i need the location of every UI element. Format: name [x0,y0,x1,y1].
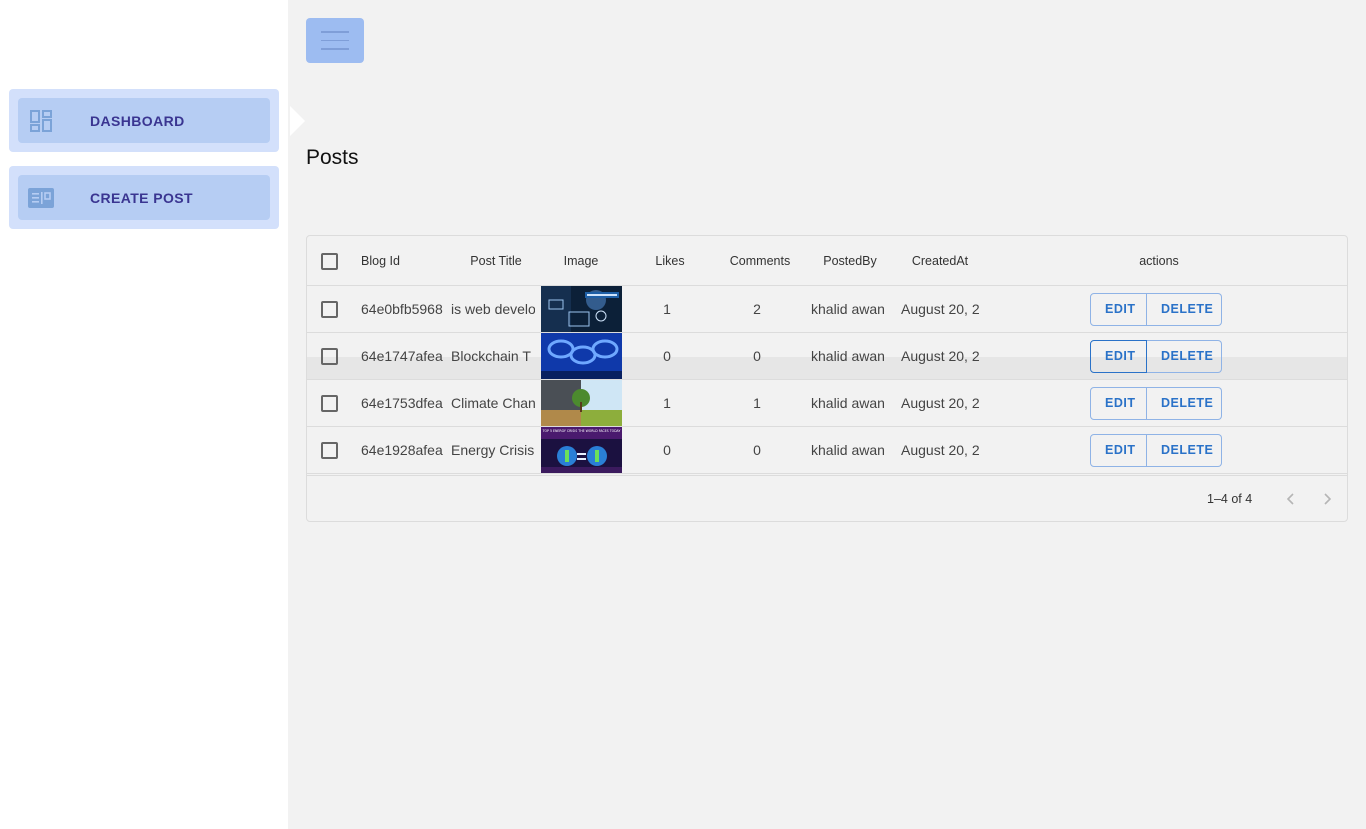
cell-blog-id: 64e1747afea [361,348,443,364]
cell-posted-by: khalid awan [811,348,885,364]
column-header-created-at[interactable]: CreatedAt [899,236,981,286]
column-header-post-title[interactable]: Post Title [451,236,541,286]
menu-toggle-button[interactable] [306,18,364,63]
hamburger-icon-line [321,48,349,50]
table-row[interactable]: 64e1753dfea Climate Chan 1 1 khalid awan… [307,380,1347,427]
cell-blog-id: 64e1928afea [361,442,443,458]
cell-actions: EDIT DELETE [1090,380,1230,426]
row-select-cell [321,427,339,473]
cell-likes: 0 [663,442,671,458]
sidebar-item-label: DASHBOARD [90,112,185,129]
sidebar-item-dashboard[interactable]: DASHBOARD [9,89,279,152]
edit-button[interactable]: EDIT [1090,339,1147,373]
hamburger-icon-line [321,31,349,33]
cell-comments: 2 [753,301,761,317]
chevron-right-icon [1324,493,1332,505]
row-select-cell [321,380,339,426]
row-select-cell [321,286,339,332]
sidebar-pointer-icon [290,106,305,136]
edit-button[interactable]: EDIT [1090,386,1147,420]
cell-actions: EDIT DELETE [1090,333,1230,379]
previous-page-button[interactable] [1277,485,1305,513]
delete-button[interactable]: DELETE [1147,339,1222,373]
row-checkbox[interactable] [321,394,338,412]
sidebar: DASHBOARD CREATE POST [0,0,288,829]
post-thumbnail-image: TOP 5 ENERGY CRISIS THE WORLD FACES TODA… [541,427,622,473]
cell-likes: 0 [663,348,671,364]
cell-post-title: Blockchain T [451,348,531,364]
cell-created-at: August 20, 2 [901,395,980,411]
edit-button[interactable]: EDIT [1090,433,1147,467]
cell-created-at: August 20, 2 [901,348,980,364]
chevron-left-icon [1286,493,1294,505]
post-icon [28,185,54,211]
post-thumbnail-image [541,286,622,332]
sidebar-item-create-post-inner[interactable]: CREATE POST [18,175,270,220]
delete-button[interactable]: DELETE [1147,386,1222,420]
action-button-group: EDIT DELETE [1090,292,1222,326]
hamburger-icon-line [321,39,349,42]
table-header: Blog Id Post Title Image Likes Comments … [307,236,1347,286]
cell-image [541,333,623,379]
table-row[interactable]: 64e1747afea Blockchain T 0 0 khalid awan… [307,333,1347,380]
edit-button[interactable]: EDIT [1090,292,1147,326]
cell-post-title: Energy Crisis [451,442,535,458]
sidebar-item-create-post[interactable]: CREATE POST [9,166,279,229]
delete-button[interactable]: DELETE [1147,433,1222,467]
sidebar-item-label: CREATE POST [90,189,193,206]
select-all-checkbox[interactable] [321,252,338,270]
next-page-button[interactable] [1313,485,1341,513]
column-header-likes[interactable]: Likes [621,236,719,286]
cell-created-at: August 20, 2 [901,301,980,317]
cell-likes: 1 [663,301,671,317]
cell-post-title: Climate Chan [451,395,535,411]
cell-comments: 0 [753,442,761,458]
cell-posted-by: khalid awan [811,301,885,317]
cell-image: TOP 5 ENERGY CRISIS THE WORLD FACES TODA… [541,427,623,473]
cell-image [541,286,623,332]
main-content: Posts Blog Id Post Title Image Likes Com… [288,0,1366,829]
thumbnail-caption: TOP 5 ENERGY CRISIS THE WORLD FACES TODA… [542,429,621,433]
cell-blog-id: 64e0bfb5968 [361,301,443,317]
posts-table: Blog Id Post Title Image Likes Comments … [306,235,1348,522]
sidebar-item-dashboard-inner[interactable]: DASHBOARD [18,98,270,143]
cell-post-title: is web develo [451,301,535,317]
table-footer: 1–4 of 4 [307,475,1347,522]
table-row[interactable]: 64e1928afea Energy Crisis TOP 5 ENERGY C… [307,427,1347,474]
column-header-comments[interactable]: Comments [719,236,801,286]
page-title: Posts [306,146,359,169]
delete-button[interactable]: DELETE [1147,292,1222,326]
cell-posted-by: khalid awan [811,395,885,411]
column-header-posted-by[interactable]: PostedBy [801,236,899,286]
cell-posted-by: khalid awan [811,442,885,458]
row-select-cell [321,333,339,379]
cell-actions: EDIT DELETE [1090,427,1230,473]
post-thumbnail-image [541,333,622,379]
dashboard-icon [28,108,54,134]
row-checkbox[interactable] [321,300,338,318]
table-row[interactable]: 64e0bfb5968 is web develo 1 2 khalid awa… [307,286,1347,333]
row-checkbox[interactable] [321,347,338,365]
cell-actions: EDIT DELETE [1090,286,1230,332]
pagination-range: 1–4 of 4 [1207,492,1253,506]
post-thumbnail-image [541,380,622,426]
cell-blog-id: 64e1753dfea [361,395,443,411]
cell-created-at: August 20, 2 [901,442,980,458]
action-button-group: EDIT DELETE [1090,433,1222,467]
cell-comments: 1 [753,395,761,411]
column-header-actions: actions [1139,254,1179,268]
select-all-cell [321,236,339,286]
action-button-group: EDIT DELETE [1090,386,1222,420]
column-header-blog-id[interactable]: Blog Id [361,236,451,286]
cell-image [541,380,623,426]
action-button-group: EDIT DELETE [1090,339,1222,373]
cell-likes: 1 [663,395,671,411]
column-header-image[interactable]: Image [541,236,621,286]
cell-comments: 0 [753,348,761,364]
row-checkbox[interactable] [321,441,338,459]
